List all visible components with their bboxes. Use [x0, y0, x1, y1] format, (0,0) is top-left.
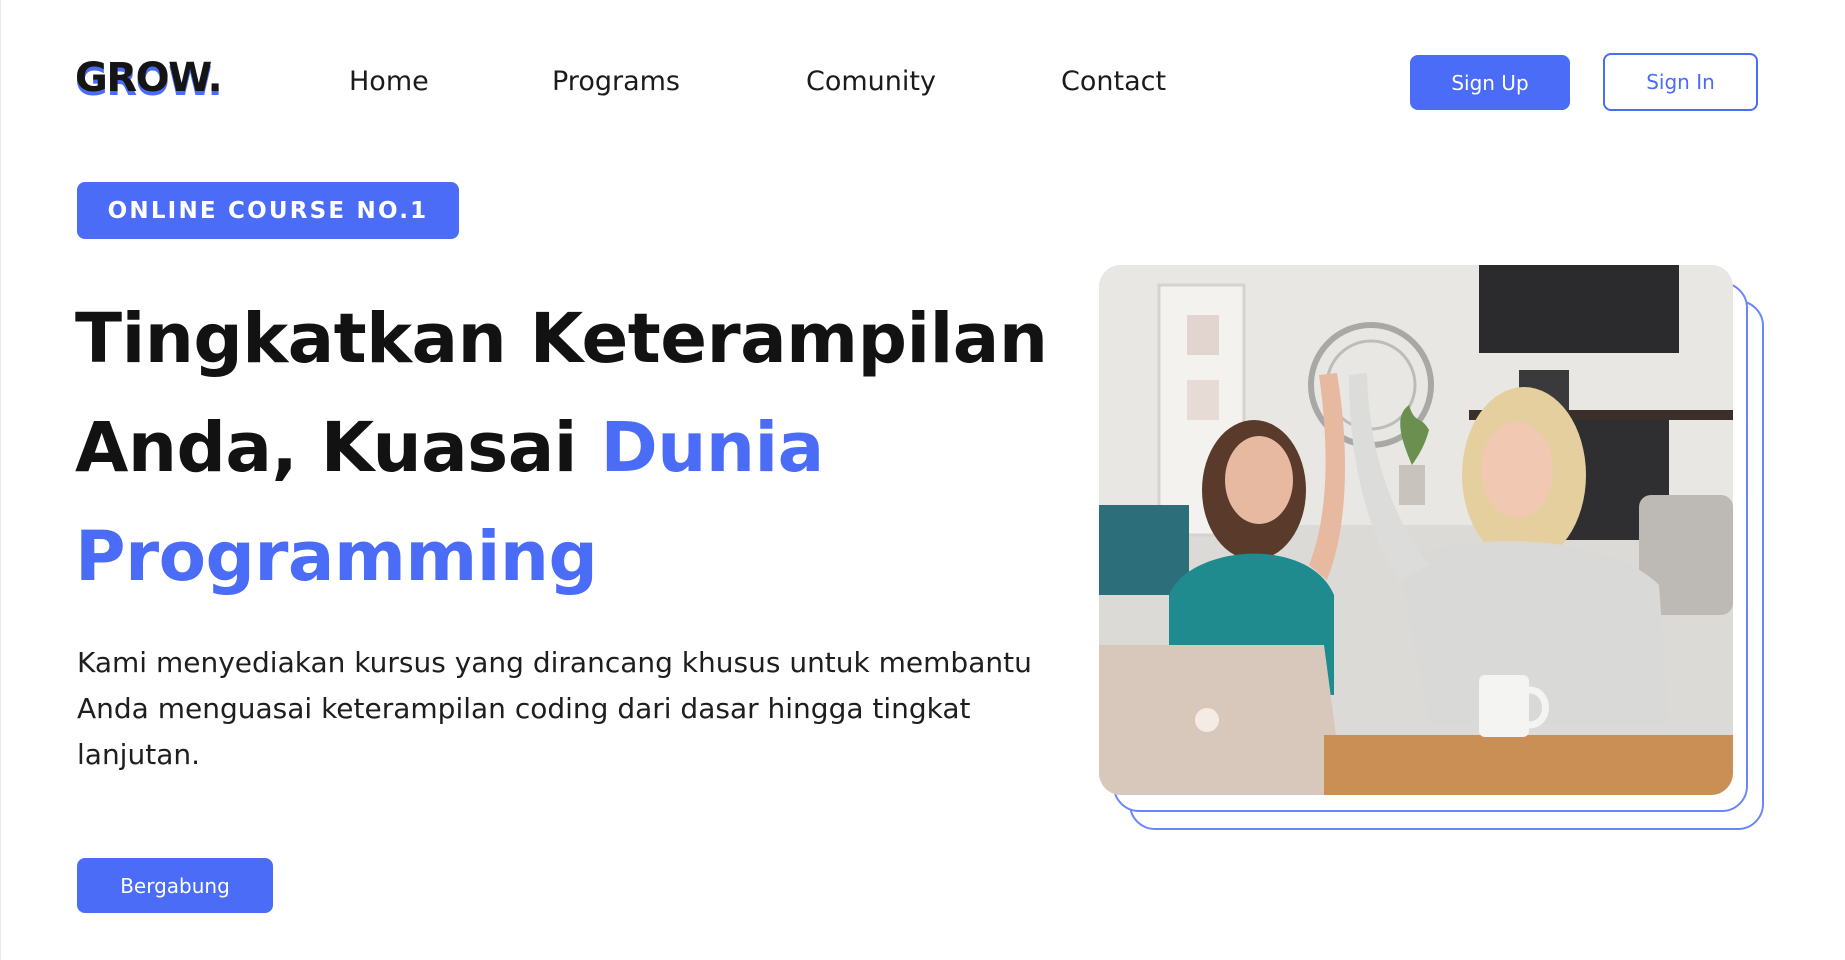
hero-headline: Tingkatkan Keterampilan Anda, Kuasai Dun… — [75, 285, 1055, 612]
sign-up-button[interactable]: Sign Up — [1410, 55, 1570, 110]
nav-link-home[interactable]: Home — [349, 62, 429, 102]
hero-description: Kami menyediakan kursus yang dirancang k… — [77, 646, 1032, 771]
hero-headline-text: Tingkatkan Keterampilan Anda, Kuasai — [75, 299, 1048, 488]
nav-link-community[interactable]: Comunity — [806, 62, 936, 102]
nav-link-contact[interactable]: Contact — [1061, 62, 1166, 102]
join-button[interactable]: Bergabung — [77, 858, 273, 913]
landing-page: GROW. Home Programs Comunity Contact Sig… — [0, 0, 1845, 960]
hero-badge: ONLINE COURSE NO.1 — [77, 182, 459, 239]
hero-photo-illustration — [1099, 265, 1733, 795]
brand-logo[interactable]: GROW. — [75, 52, 223, 104]
sign-in-button[interactable]: Sign In — [1603, 53, 1758, 111]
hero-photo — [1099, 265, 1733, 795]
nav-link-programs[interactable]: Programs — [552, 62, 680, 102]
